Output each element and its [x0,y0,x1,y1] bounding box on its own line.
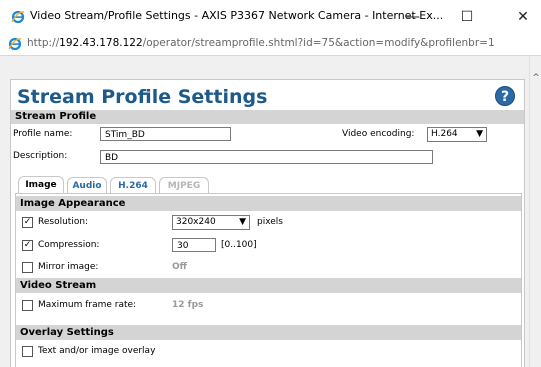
scroll-up-icon[interactable]: ^ [531,73,541,83]
max-frame-rate-value: 12 fps [172,300,204,310]
overlay-settings-header: Overlay Settings [16,325,521,340]
chevron-down-icon: ▼ [239,217,246,227]
chevron-down-icon: ▼ [476,129,483,139]
resolution-checkbox[interactable]: ✓ [22,217,33,228]
close-button[interactable]: ✕ [508,6,538,28]
profile-name-label: Profile name: [13,129,73,139]
video-encoding-select[interactable]: H.264 ▼ [427,127,487,142]
resolution-unit: pixels [257,217,283,227]
resolution-label: Resolution: [38,217,89,227]
help-icon[interactable]: ? [495,86,515,106]
compression-input[interactable]: 30 [172,238,216,252]
tab-image[interactable]: Image [18,176,64,194]
max-frame-rate-checkbox[interactable] [22,300,33,311]
tab-h264[interactable]: H.264 [110,177,156,193]
text-overlay-label: Text and/or image overlay [38,346,156,356]
mirror-image-label: Mirror image: [38,262,99,272]
resolution-select[interactable]: 320x240 ▼ [172,215,250,230]
image-tab-panel: Image Appearance ✓ Resolution: 320x240 ▼… [15,193,522,367]
mirror-image-value: Off [172,262,187,272]
profile-name-input[interactable]: STim_BD [100,127,231,141]
url-text[interactable]: http://192.43.178.122/operator/streampro… [27,37,495,49]
internet-explorer-icon [11,10,25,24]
description-input[interactable]: BD [100,150,433,164]
compression-checkbox[interactable]: ✓ [22,240,33,251]
description-label: Description: [13,151,68,161]
page-title: Stream Profile Settings [17,86,268,108]
maximize-button[interactable]: ☐ [452,6,482,28]
stream-profile-header: Stream Profile [11,110,524,124]
tab-mjpeg[interactable]: MJPEG [159,177,209,193]
url-path: /operator/streamprofile.shtml?id=75&acti… [142,37,495,49]
window-title: Video Stream/Profile Settings - AXIS P33… [30,9,444,22]
url-host: 192.43.178.122 [59,37,143,49]
image-appearance-header: Image Appearance [16,196,521,211]
url-scheme: http:// [27,37,60,49]
resolution-value: 320x240 [176,217,216,227]
video-encoding-value: H.264 [431,129,458,139]
tab-audio[interactable]: Audio [67,177,107,193]
mirror-image-checkbox[interactable] [22,262,33,273]
page-icon [8,37,22,51]
vertical-scrollbar[interactable]: ^ [529,56,541,367]
page-content: Stream Profile Settings ? Stream Profile… [0,56,529,367]
compression-range: [0..100] [221,240,257,250]
window-titlebar: Video Stream/Profile Settings - AXIS P33… [0,0,541,33]
minimize-button[interactable]: — [398,6,428,28]
settings-panel: Stream Profile Settings ? Stream Profile… [10,79,525,367]
compression-label: Compression: [38,240,100,250]
video-encoding-label: Video encoding: [342,129,415,139]
address-bar[interactable]: http://192.43.178.122/operator/streampro… [0,33,541,56]
max-frame-rate-label: Maximum frame rate: [38,300,137,310]
text-overlay-checkbox[interactable] [22,346,33,357]
video-stream-header: Video Stream [16,278,521,293]
